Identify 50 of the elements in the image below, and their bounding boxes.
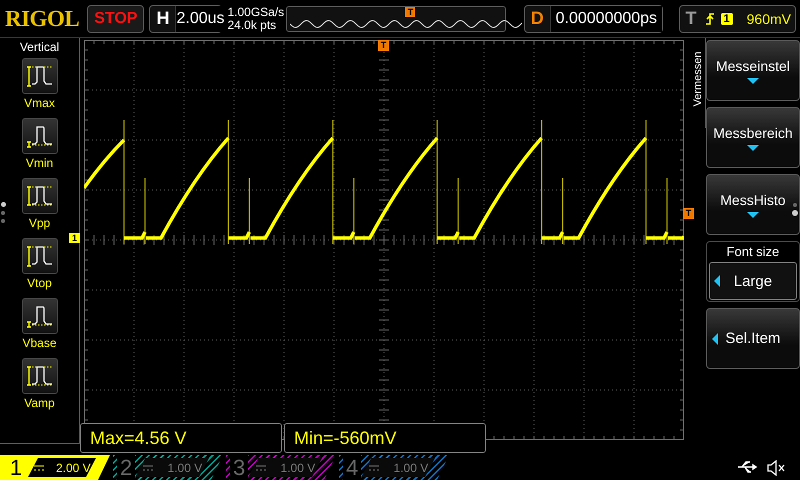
group-title: Font size [726, 244, 780, 259]
rising-edge-icon [704, 12, 715, 26]
trigger-field[interactable]: T 1 960mV [678, 4, 796, 32]
panel-title: Vertical [20, 40, 60, 54]
channel-tab[interactable]: 4 1.00 V [339, 455, 449, 480]
sample-rate: 1.00GSa/s [227, 6, 282, 18]
measure-label: Vtop [27, 276, 52, 292]
dropdown-icon [746, 78, 759, 84]
left-arrow-icon [712, 332, 718, 344]
measurement-readout: Max=4.56 V [80, 423, 282, 453]
menu-button[interactable]: MessHisto [706, 174, 800, 235]
left-arrow-icon [714, 275, 720, 287]
trigger-level-marker[interactable]: T [683, 208, 694, 219]
measure-button[interactable] [22, 58, 58, 94]
menu-button[interactable]: Sel.Item [706, 308, 800, 369]
measure-label: Vmin [26, 156, 54, 172]
measure-button[interactable] [22, 358, 58, 394]
menu-button[interactable]: Messeinstel [706, 40, 800, 101]
measure-label: Vbase [22, 336, 57, 352]
measure-button[interactable] [22, 298, 58, 334]
channel-tab[interactable]: 1 2.00 V [0, 455, 110, 480]
measurement-readout: Min=-560mV [284, 423, 486, 453]
measure-button[interactable] [22, 178, 58, 214]
measure-button[interactable] [22, 238, 58, 274]
run-stop-button[interactable]: STOP [87, 4, 144, 32]
measure-label: Vmax [24, 96, 55, 112]
measure-label: Vpp [28, 216, 50, 232]
dropdown-icon [746, 212, 759, 218]
measure-button[interactable] [22, 118, 58, 154]
trigger-marker: T [405, 6, 416, 16]
channel-tab[interactable]: 2 1.00 V [113, 455, 223, 480]
dropdown-icon [746, 144, 759, 150]
channel-tab[interactable]: 3 1.00 V [226, 455, 336, 480]
option-selector[interactable]: Large [708, 262, 797, 300]
wave-overview-icon [290, 20, 522, 28]
dc-coupling-icon [33, 464, 46, 472]
brand-logo: RIGOL [5, 4, 80, 32]
dc-coupling-icon [255, 464, 267, 472]
dc-coupling-icon [142, 464, 154, 472]
usb-icon [736, 460, 758, 474]
timebase-field[interactable]: H 2.00us [149, 4, 222, 32]
measure-label: Vamp [24, 396, 55, 412]
trigger-position-marker[interactable]: T [378, 40, 389, 51]
dc-coupling-icon [368, 464, 380, 472]
menu-button[interactable]: Messbereich [706, 107, 800, 168]
menu-title: Vermessen [692, 50, 704, 109]
delay-field[interactable]: D 0.00000000ps [524, 4, 664, 32]
speaker-muted-icon [766, 460, 786, 476]
channel-marker[interactable]: 1 [69, 233, 80, 243]
memory-depth: 24.0k pts [227, 18, 278, 32]
